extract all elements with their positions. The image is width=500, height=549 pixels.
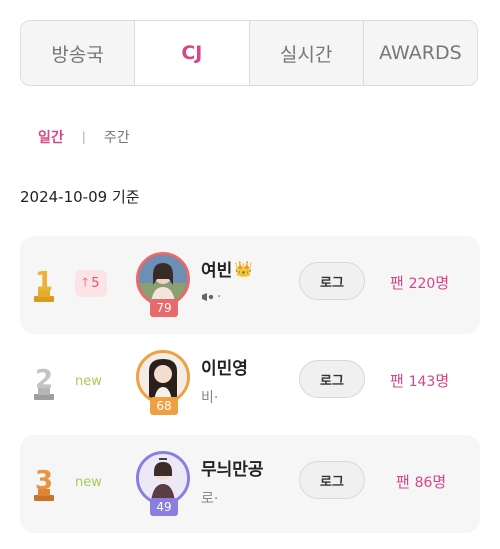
- avatar[interactable]: [136, 252, 190, 306]
- avatar-image: [139, 255, 187, 303]
- streamer-name[interactable]: 이민영: [201, 354, 248, 379]
- rank-number: 1: [35, 267, 53, 297]
- rank-number: 2: [35, 365, 53, 395]
- tab-weekly[interactable]: 주간: [104, 127, 130, 147]
- ranking-row[interactable]: 1 🡑 5 79 여빈 👑 · 로그 팬 220명: [20, 236, 480, 334]
- rank-change-new: new: [75, 374, 102, 389]
- streamer-name-text: 여빈: [201, 261, 233, 281]
- silver-trophy-icon: 2: [34, 365, 54, 400]
- avatar-image: [139, 454, 187, 502]
- tab-awards[interactable]: AWARDS: [363, 21, 477, 85]
- ranking-row[interactable]: 3 new 49 무늬만공 로· 로그 팬 86명: [20, 435, 480, 533]
- rank-change-value: 5: [91, 276, 100, 291]
- log-button[interactable]: 로그: [299, 262, 365, 300]
- streamer-name[interactable]: 무늬만공: [201, 455, 264, 480]
- fan-count: 팬 86명: [396, 473, 447, 491]
- rank-change-new: new: [75, 475, 102, 490]
- gold-trophy-icon: 1: [34, 267, 54, 302]
- avatar-image: [139, 353, 187, 401]
- tab-realtime[interactable]: 실시간: [249, 21, 364, 85]
- streamer-name-text: 무늬만공: [201, 460, 264, 480]
- status-text: 로·: [201, 491, 219, 507]
- category-tabs: 방송국 CJ 실시간 AWARDS: [20, 20, 478, 86]
- avatar[interactable]: [136, 350, 190, 404]
- log-button[interactable]: 로그: [299, 461, 365, 499]
- tab-daily[interactable]: 일간: [38, 127, 64, 147]
- avatar[interactable]: [136, 451, 190, 505]
- tab-broadcast[interactable]: 방송국: [21, 21, 136, 85]
- crown-icon: 👑: [234, 259, 253, 278]
- status-text: ·: [201, 289, 221, 305]
- level-badge: 49: [150, 498, 178, 516]
- fan-count: 팬 220명: [390, 274, 450, 292]
- period-tabs: 일간 | 주간: [38, 127, 130, 147]
- rank-number: 3: [35, 466, 53, 496]
- date-label: 2024-10-09 기준: [20, 188, 140, 206]
- ranking-row[interactable]: 2 new 68 이민영 비· 로그 팬 143명: [20, 334, 480, 432]
- bronze-trophy-icon: 3: [34, 466, 54, 501]
- level-badge: 79: [150, 299, 178, 317]
- tab-cj[interactable]: CJ: [135, 21, 250, 85]
- bullhorn-icon: [202, 293, 214, 301]
- log-button[interactable]: 로그: [299, 360, 365, 398]
- period-separator: |: [81, 130, 86, 144]
- arrow-up-icon: 🡑: [82, 275, 89, 289]
- streamer-name[interactable]: 여빈 👑: [201, 256, 253, 282]
- fan-count: 팬 143명: [390, 372, 450, 390]
- streamer-name-text: 이민영: [201, 359, 248, 379]
- level-badge: 68: [150, 397, 178, 415]
- rank-change-badge: 🡑 5: [75, 270, 107, 297]
- status-text: 비·: [201, 390, 219, 406]
